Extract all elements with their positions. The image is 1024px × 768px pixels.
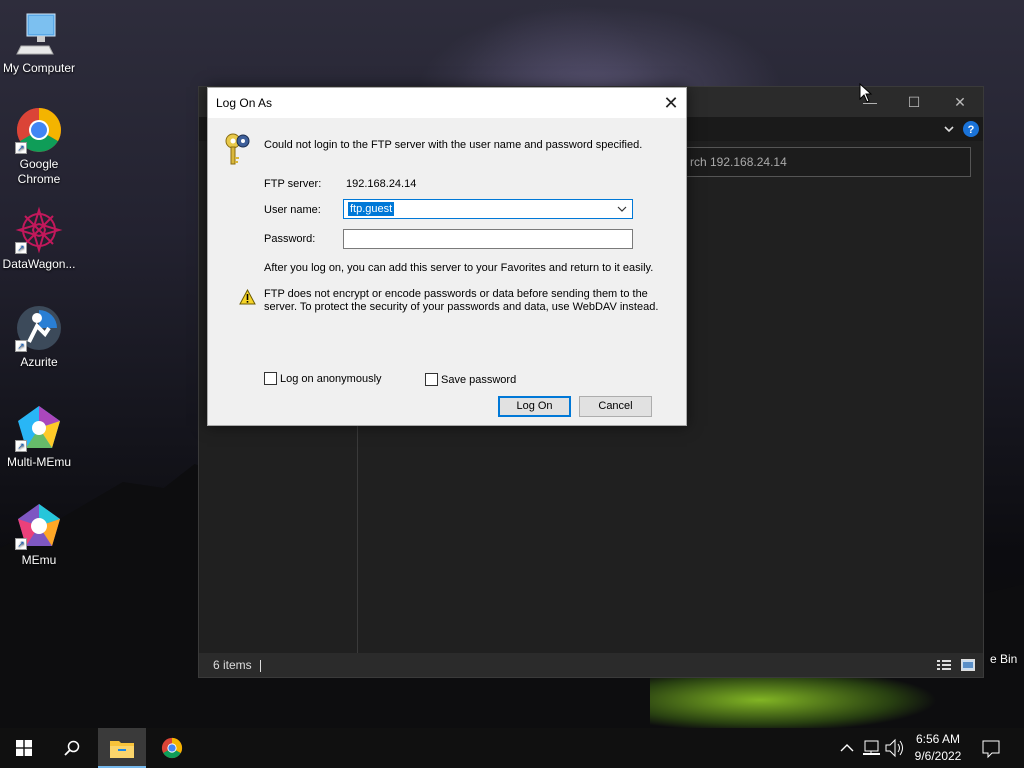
shortcut-arrow-icon: ↗ xyxy=(15,142,27,154)
log-on-button[interactable]: Log On xyxy=(498,396,571,417)
log-on-anonymously-label[interactable]: Log on anonymously xyxy=(280,373,382,385)
desktop-icon-memu[interactable]: ↗ MEmu xyxy=(0,502,78,568)
multi-memu-icon: ↗ xyxy=(15,404,63,452)
desktop-icon-label: My Computer xyxy=(2,61,76,75)
chevron-down-icon[interactable] xyxy=(943,123,955,135)
shortcut-arrow-icon: ↗ xyxy=(15,538,27,550)
help-icon[interactable]: ? xyxy=(963,121,979,137)
status-bar: 6 items xyxy=(199,653,983,677)
ftp-server-label: FTP server: xyxy=(264,178,322,190)
dialog-title: Log On As xyxy=(216,96,273,110)
save-password-checkbox[interactable] xyxy=(425,373,438,386)
azurite-icon: ↗ xyxy=(15,304,63,352)
taskbar-clock[interactable]: 6:56 AM 9/6/2022 xyxy=(910,731,966,765)
keys-icon xyxy=(225,133,250,165)
password-label: Password: xyxy=(264,233,316,245)
svg-text:?: ? xyxy=(968,124,975,136)
desktop-icon-label: Google Chrome xyxy=(17,157,61,186)
desktop-icon-my-computer[interactable]: My Computer xyxy=(0,10,78,76)
shortcut-arrow-icon: ↗ xyxy=(15,440,27,452)
desktop-icon-azurite[interactable]: ↗ Azurite xyxy=(0,304,78,370)
log-on-anonymously-checkbox[interactable] xyxy=(264,372,277,385)
desktop-icon-label: Multi-MEmu xyxy=(6,455,71,469)
shortcut-arrow-icon: ↗ xyxy=(15,340,27,352)
warning-icon xyxy=(239,289,256,305)
taskbar-chrome[interactable] xyxy=(148,728,196,768)
chrome-icon: ↗ xyxy=(15,106,63,154)
warning-text-line2: server. To protect the security of your … xyxy=(264,301,659,313)
search-box[interactable]: rch 192.168.24.14 xyxy=(681,147,971,177)
large-icons-view-icon[interactable] xyxy=(961,659,975,671)
error-message: Could not login to the FTP server with t… xyxy=(264,139,643,151)
status-divider xyxy=(259,659,261,672)
network-icon[interactable] xyxy=(860,728,882,768)
mouse-cursor-icon xyxy=(859,83,873,103)
desktop-icon-label: Azurite xyxy=(20,355,58,369)
log-on-as-dialog[interactable]: Log On As ✕ Could not login to the FTP s… xyxy=(207,87,687,426)
notification-icon[interactable] xyxy=(980,728,1002,768)
ftp-server-value: 192.168.24.14 xyxy=(346,178,417,190)
username-value: ftp.guest xyxy=(348,202,395,216)
desktop-icon-label: DataWagon... xyxy=(2,257,76,271)
chevron-down-icon[interactable] xyxy=(615,202,629,216)
warning-text-line1: FTP does not encrypt or encode passwords… xyxy=(264,288,648,300)
memu-icon: ↗ xyxy=(15,502,63,550)
folder-icon xyxy=(110,741,134,758)
item-count: 6 items xyxy=(213,658,252,672)
taskbar-file-explorer[interactable] xyxy=(98,728,146,768)
recycle-bin-label[interactable]: e Bin xyxy=(990,652,1017,666)
search-icon xyxy=(64,740,80,756)
datawagon-icon: ↗ xyxy=(15,206,63,254)
close-button[interactable]: ✕ xyxy=(937,87,983,117)
close-button[interactable]: ✕ xyxy=(656,88,686,118)
desktop-icon-label: MEmu xyxy=(21,553,57,567)
favorites-note: After you log on, you can add this serve… xyxy=(264,262,654,274)
computer-icon xyxy=(15,10,63,58)
chevron-up-icon[interactable] xyxy=(836,728,858,768)
cancel-button[interactable]: Cancel xyxy=(579,396,652,417)
search-button[interactable] xyxy=(48,728,96,768)
username-label: User name: xyxy=(264,204,321,216)
clock-date: 9/6/2022 xyxy=(914,749,962,763)
shortcut-arrow-icon: ↗ xyxy=(15,242,27,254)
maximize-button[interactable]: ☐ xyxy=(891,87,937,117)
save-password-label[interactable]: Save password xyxy=(441,374,516,386)
windows-logo-icon xyxy=(16,740,32,756)
password-field[interactable] xyxy=(343,229,633,249)
username-combobox[interactable]: ftp.guest xyxy=(343,199,633,219)
taskbar: 6:56 AM 9/6/2022 xyxy=(0,728,1024,768)
desktop-icon-google-chrome[interactable]: ↗ Google Chrome xyxy=(0,106,78,187)
chrome-icon xyxy=(161,737,183,759)
details-view-icon[interactable] xyxy=(937,659,951,671)
volume-icon[interactable] xyxy=(883,728,905,768)
dialog-titlebar[interactable]: Log On As ✕ xyxy=(208,88,686,118)
start-button[interactable] xyxy=(0,728,48,768)
desktop-icon-multi-memu[interactable]: ↗ Multi-MEmu xyxy=(0,404,78,470)
desktop-icon-datawagon[interactable]: ↗ DataWagon... xyxy=(0,206,78,272)
clock-time: 6:56 AM xyxy=(915,732,961,746)
